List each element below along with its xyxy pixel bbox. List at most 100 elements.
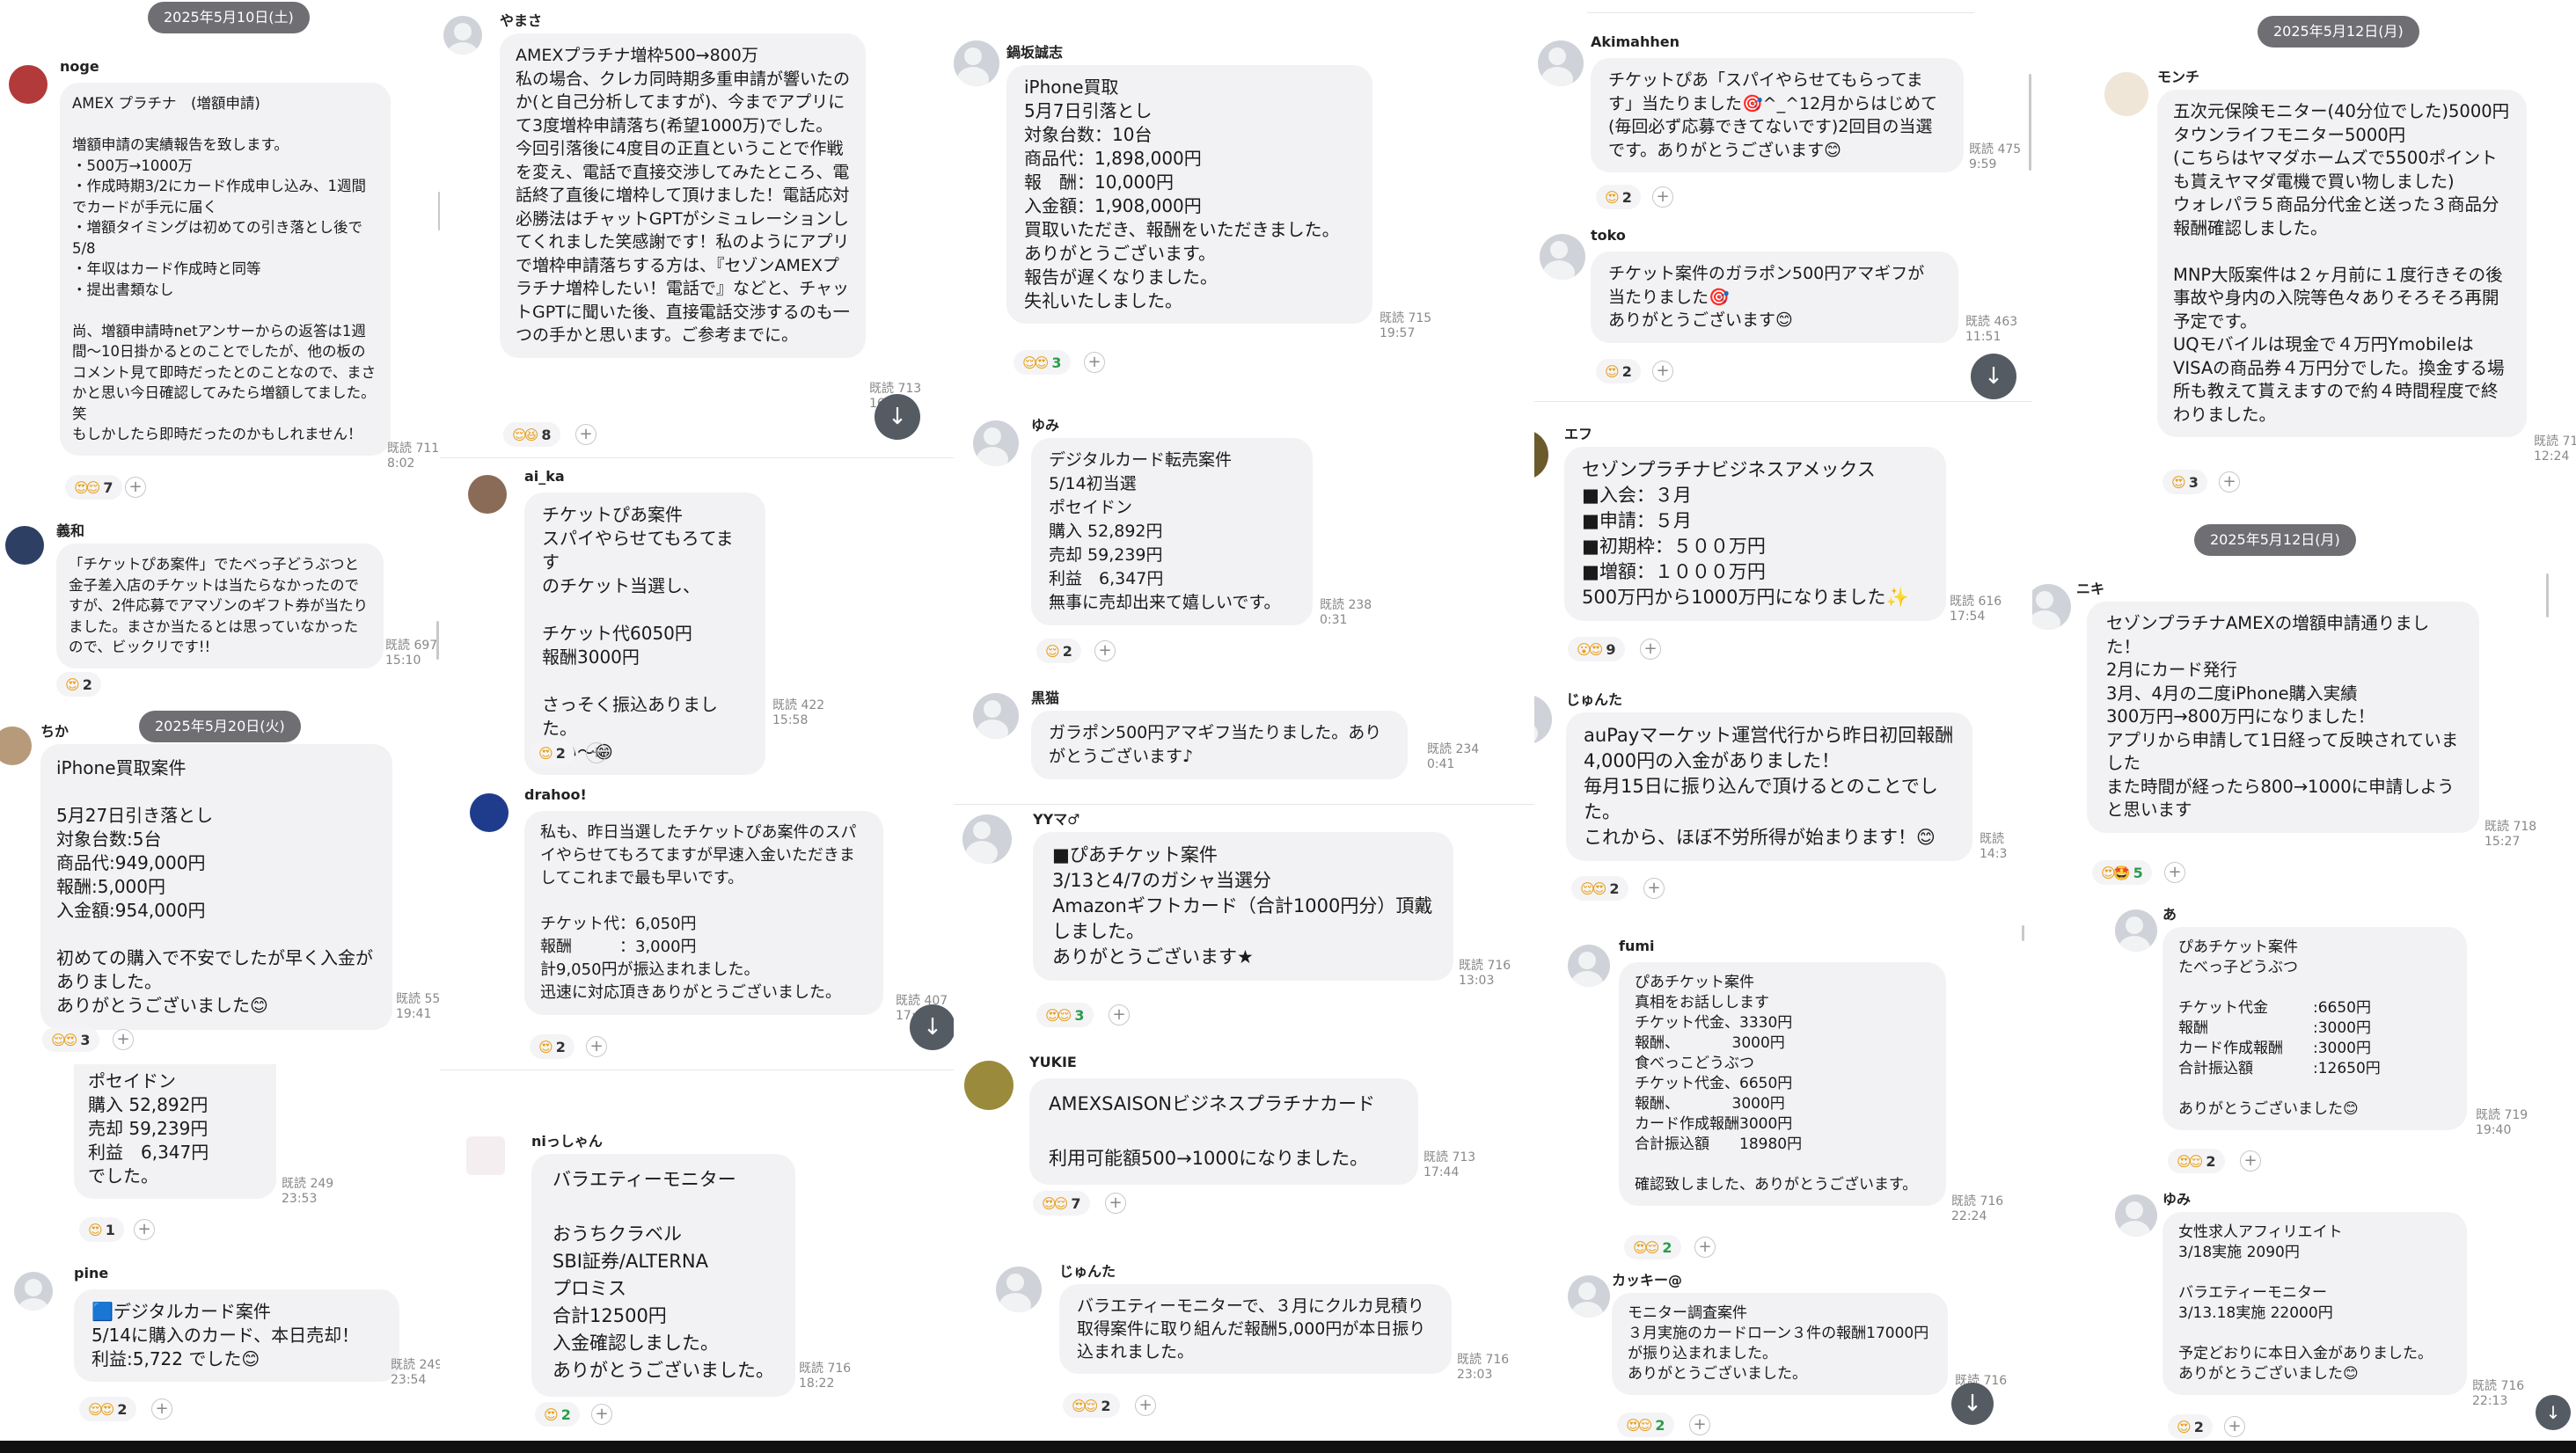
add-reaction-button[interactable]: + [1084, 352, 1105, 373]
add-reaction-button[interactable]: + [151, 1398, 172, 1420]
scroll-down-button[interactable]: ↓ [875, 394, 920, 440]
add-reaction-button[interactable]: + [2219, 471, 2240, 493]
reaction-badge[interactable]: 😍 2 [1596, 359, 1641, 383]
message-bubble[interactable]: バラエティーモニターで、３月にクルカ見積り取得案件に取り組んだ報酬5,000円が… [1059, 1284, 1452, 1374]
add-reaction-button[interactable]: + [586, 1036, 607, 1057]
reaction-badge[interactable]: 😌 2 [1036, 639, 1081, 663]
scrollbar[interactable] [2022, 925, 2024, 941]
add-reaction-button[interactable]: + [1652, 186, 1673, 208]
avatar[interactable] [1568, 945, 1610, 987]
message-bubble[interactable]: バラエティーモニター おうちクラベル SBI証券/ALTERNA プロミス 合計… [531, 1154, 795, 1397]
add-reaction-button[interactable]: + [1109, 1004, 1130, 1026]
reaction-badge[interactable]: 😍 2 [530, 741, 574, 765]
scroll-down-button[interactable]: ↓ [2536, 1395, 2571, 1430]
add-reaction-button[interactable]: + [1694, 1237, 1716, 1258]
message-bubble[interactable]: 五次元保険モニター(40分位でした)5000円 タウンライフモニター5000円 … [2157, 90, 2527, 437]
reaction-badge[interactable]: 😍😌 3 [1036, 1003, 1094, 1027]
add-reaction-button[interactable]: + [1105, 1193, 1126, 1214]
message-bubble[interactable]: AMEX プラチナ (増額申請) 増額申請の実績報告を致します。 ・500万→1… [60, 83, 391, 456]
add-reaction-button[interactable]: + [1094, 640, 1116, 661]
avatar[interactable] [954, 40, 999, 86]
add-reaction-button[interactable]: + [1689, 1414, 1710, 1435]
add-reaction-button[interactable]: + [1135, 1395, 1156, 1416]
avatar[interactable] [2115, 909, 2157, 952]
message-bubble[interactable]: ぴあチケット案件 たべっ子どうぶつ チケット代金 :6650円 報酬 :3000… [2163, 927, 2467, 1130]
reaction-badge[interactable]: 😍 3 [2163, 470, 2207, 494]
reaction-badge[interactable]: 😍🤩 5 [2092, 860, 2152, 885]
avatar[interactable] [1568, 1275, 1610, 1318]
message-bubble[interactable]: チケット案件のガラポン500円アマギフが当たりました🎯 ありがとうございます😊 [1591, 252, 1958, 343]
message-bubble[interactable]: iPhone買取 5月7日引落とし 対象台数：10台 商品代：1,898,000… [1006, 65, 1372, 324]
message-bubble[interactable]: AMEXSAISONビジネスプラチナカード 利用可能額500→1000になりまし… [1029, 1078, 1418, 1185]
message-bubble[interactable]: チケットぴあ「スパイやらせてもらってます」当たりました🎯^_^12月からはじめて… [1591, 58, 1964, 172]
reaction-badge[interactable]: 😍😌 7 [1033, 1191, 1090, 1216]
message-bubble[interactable]: モニター調査案件 ３月実施のカードローン３件の報酬17000円が振り込まれました… [1612, 1293, 1948, 1395]
add-reaction-button[interactable]: + [1643, 878, 1665, 899]
reaction-badge[interactable]: 😍😌 2 [1063, 1393, 1120, 1418]
reaction-badge[interactable]: 😍 2 [530, 1034, 574, 1059]
avatar[interactable] [2104, 72, 2148, 116]
add-reaction-button[interactable]: + [586, 742, 607, 763]
reaction-badge[interactable]: 😍😌 2 [1624, 1235, 1681, 1260]
message-bubble[interactable]: チケットぴあ案件 スパイやらせてもろてます のチケット当選し、 チケット代605… [524, 493, 765, 775]
add-reaction-button[interactable]: + [2224, 1416, 2245, 1437]
avatar[interactable] [468, 475, 507, 514]
add-reaction-button[interactable]: + [591, 1404, 612, 1425]
scrollbar[interactable] [2029, 74, 2031, 171]
avatar[interactable] [973, 693, 1019, 739]
avatar[interactable] [14, 1272, 53, 1311]
scroll-down-button[interactable]: ↓ [1951, 1383, 1994, 1425]
avatar[interactable] [973, 420, 1019, 466]
message-bubble[interactable]: iPhone買取案件 5月27日引き落とし 対象台数:5台 商品代:949,00… [40, 744, 392, 1030]
message-bubble[interactable]: デジタルカード転売案件 5/14初当選 ポセイドン 購入 52,892円 売却 … [1031, 438, 1313, 625]
avatar[interactable] [5, 526, 44, 565]
message-bubble[interactable]: セゾンプラチナビジネスアメックス ■入会：３月 ■申請：５月 ■初期枠：５００万… [1564, 447, 1946, 621]
avatar[interactable] [2115, 1194, 2157, 1237]
avatar[interactable] [962, 814, 1012, 864]
add-reaction-button[interactable]: + [575, 424, 596, 445]
avatar[interactable] [470, 793, 509, 832]
message-bubble[interactable]: 私も、昨日当選したチケットぴあ案件のスパイやらせてもろてますが早速入金いただきま… [524, 811, 883, 1015]
reaction-badge[interactable]: 😍😌 7 [65, 475, 122, 500]
add-reaction-button[interactable]: + [1652, 361, 1673, 382]
avatar[interactable] [964, 1061, 1014, 1110]
message-bubble[interactable]: 🟦デジタルカード案件 5/14に購入のカード、本日売却！ 利益:5,722 でし… [74, 1289, 399, 1382]
reaction-badge[interactable]: 😌😍 3 [42, 1027, 99, 1052]
add-reaction-button[interactable]: + [2240, 1150, 2261, 1172]
reaction-badge[interactable]: 😌😆 8 [503, 422, 560, 447]
reaction-badge[interactable]: 😍 2 [1596, 185, 1641, 209]
avatar[interactable] [1534, 429, 1548, 480]
message-bubble[interactable]: 女性求人アフィリエイト 3/18実施 2090円 バラエティーモニター 3/13… [2163, 1212, 2467, 1395]
message-bubble[interactable]: AMEXプラチナ増枠500→800万 私の場合、クレカ同時期多重申請が響いたのか… [500, 33, 866, 358]
add-reaction-button[interactable]: + [2164, 862, 2185, 883]
reaction-badge[interactable]: 😌😍 2 [1571, 876, 1628, 901]
avatar[interactable] [2032, 584, 2071, 630]
reaction-badge[interactable]: 😌😍 3 [1014, 350, 1071, 375]
add-reaction-button[interactable]: + [1640, 639, 1661, 660]
add-reaction-button[interactable]: + [125, 477, 146, 498]
message-bubble[interactable]: ぴあチケット案件 真相をお話しします チケット代金、3330円 報酬、 3000… [1619, 962, 1946, 1206]
message-bubble[interactable]: 「チケットぴあ案件」でたべっ子どうぶつと金子差入店のチケットは当たらなかったので… [56, 544, 384, 668]
avatar[interactable] [0, 726, 32, 765]
avatar[interactable] [996, 1267, 1042, 1312]
avatar[interactable] [1538, 40, 1584, 86]
avatar[interactable] [1540, 234, 1585, 280]
reaction-badge[interactable]: 😍😌 2 [1617, 1413, 1674, 1437]
message-bubble[interactable]: ■ぴあチケット案件 3/13と4/7のガシャ当選分 Amazonギフトカード（合… [1033, 832, 1453, 981]
reaction-badge[interactable]: 😍 1 [79, 1217, 124, 1242]
reaction-badge[interactable]: 😮😍 9 [1568, 637, 1625, 661]
reaction-badge[interactable]: 😍 2 [535, 1402, 580, 1427]
message-bubble[interactable]: ポセイドン 購入 52,892円 売却 59,239円 利益 6,347円 でし… [74, 1064, 276, 1199]
reaction-badge[interactable]: 😍😌 2 [2168, 1149, 2225, 1173]
add-reaction-button[interactable]: + [134, 1219, 155, 1240]
reaction-badge[interactable]: 😍 2 [56, 672, 101, 697]
message-bubble[interactable]: ガラポン500円アマギフ当たりました。ありがとうございます♪ [1031, 711, 1408, 779]
scrollbar[interactable] [2546, 573, 2549, 617]
message-bubble[interactable]: auPayマーケット運営代行から昨日初回報酬4,000円の入金がありました！ 毎… [1566, 712, 1972, 861]
reaction-badge[interactable]: 😌😍 2 [79, 1397, 136, 1421]
message-bubble[interactable]: セゾンプラチナAMEXの増額申請通りました！ 2月にカード発行 3月、4月の二度… [2087, 602, 2479, 833]
scroll-down-button[interactable]: ↓ [910, 1004, 954, 1050]
avatar[interactable] [1534, 695, 1552, 744]
avatar[interactable] [466, 1136, 505, 1175]
avatar[interactable] [9, 65, 48, 104]
